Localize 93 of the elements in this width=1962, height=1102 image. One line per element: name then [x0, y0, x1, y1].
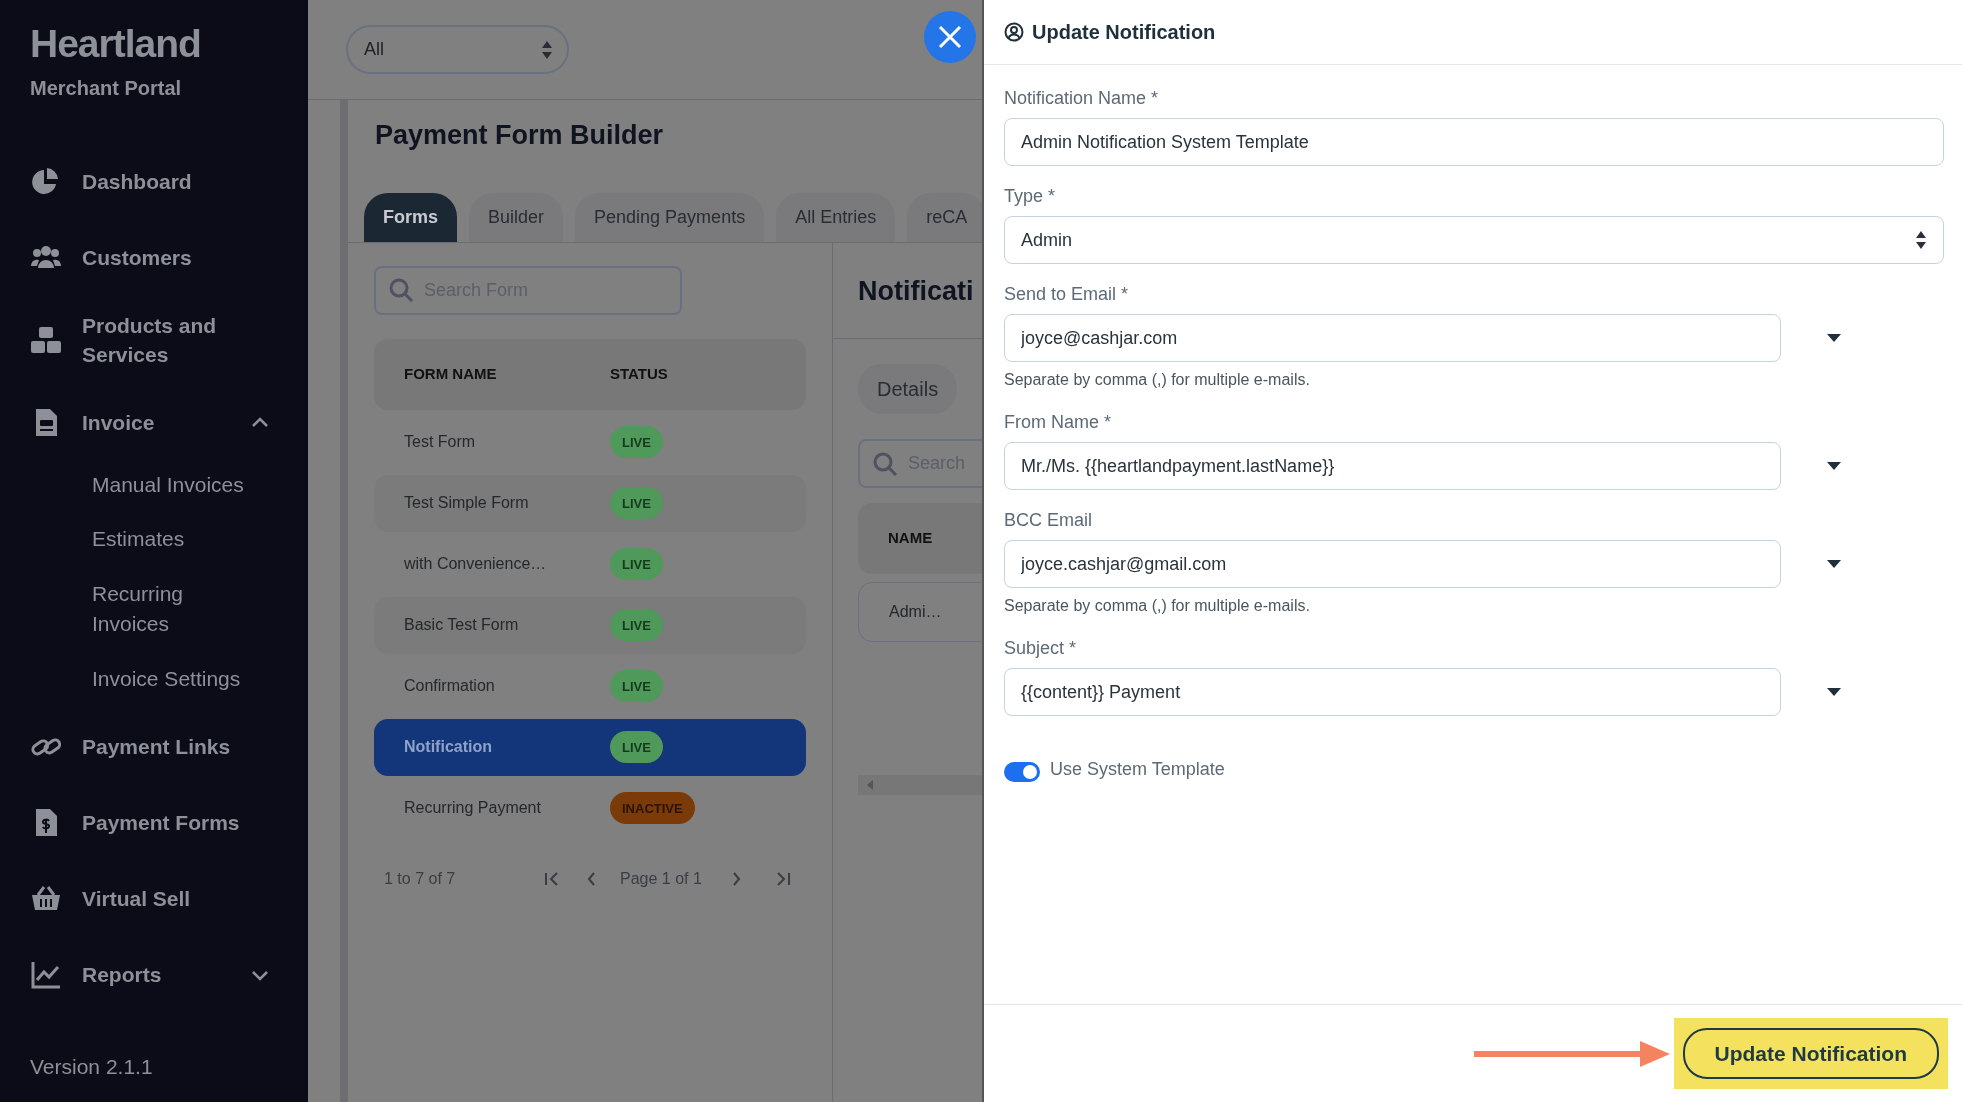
- search-icon: [388, 277, 414, 303]
- nav-subitem[interactable]: Manual Invoices: [92, 469, 252, 501]
- table-row[interactable]: Basic Test Form LIVE: [374, 596, 806, 654]
- field-label: Notification Name *: [1004, 87, 1160, 110]
- nav-subitem[interactable]: Recurring Invoices: [92, 578, 252, 640]
- drawer-title: Update Notification: [1032, 20, 1216, 45]
- table-row[interactable]: Test Simple Form LIVE: [374, 474, 806, 532]
- nav-item[interactable]: Reports: [30, 951, 270, 998]
- notification-name: Admi…: [889, 602, 942, 622]
- version-label: Version 2.1.1: [30, 1053, 154, 1080]
- nav-item[interactable]: Virtual Sell: [30, 875, 270, 922]
- input-field[interactable]: joyce.cashjar@gmail.com: [1004, 540, 1781, 588]
- status-badge: INACTIVE: [610, 792, 695, 824]
- page-indicator: Page 1 of 1: [620, 868, 702, 889]
- filter-select[interactable]: All: [346, 25, 569, 74]
- caret-down-icon[interactable]: [1827, 559, 1841, 569]
- sort-arrows-icon: [1915, 230, 1927, 250]
- nav-subitem[interactable]: Estimates: [92, 524, 252, 555]
- nav-label: Invoice: [82, 410, 155, 437]
- input-field[interactable]: Admin Notification System Template: [1004, 118, 1944, 166]
- pagination-range: 1 to 7 of 7: [384, 868, 457, 889]
- form-name: Notification: [404, 737, 493, 757]
- sort-arrows-icon: [541, 39, 553, 60]
- tab[interactable]: Pending Payments: [575, 192, 765, 242]
- form-name: with Convenience…: [404, 554, 548, 574]
- table-row[interactable]: with Convenience… LIVE: [374, 535, 806, 593]
- nav-label: Dashboard: [82, 169, 192, 196]
- form-name: Basic Test Form: [404, 615, 520, 635]
- table-row[interactable]: Notification LIVE: [374, 718, 806, 776]
- column-header: FORM NAME: [404, 363, 498, 384]
- tab[interactable]: Forms: [364, 192, 457, 242]
- close-icon: [938, 25, 962, 49]
- field-label: Send to Email *: [1004, 283, 1130, 306]
- column-header: STATUS: [610, 363, 668, 384]
- help-text: Separate by comma (,) for multiple e-mails.: [1004, 370, 1311, 390]
- nav-item[interactable]: Dashboard: [30, 159, 270, 205]
- form-name: Test Form: [404, 432, 477, 452]
- table-row[interactable]: Test Form LIVE: [374, 413, 806, 471]
- user-circle-icon: [1004, 22, 1024, 42]
- caret-down-icon[interactable]: [1827, 461, 1841, 471]
- field-label: From Name *: [1004, 411, 1112, 434]
- next-page-icon: [731, 870, 742, 887]
- tab[interactable]: reCA: [907, 192, 982, 242]
- table-row[interactable]: Confirmation LIVE: [374, 657, 806, 715]
- toggle-label: Use System Template: [1050, 758, 1225, 781]
- previous-page-icon: [586, 870, 596, 887]
- first-page-icon: [544, 870, 560, 887]
- nav-label: Payment Links: [82, 734, 231, 761]
- field-label: BCC Email: [1004, 509, 1093, 532]
- status-badge: LIVE: [610, 548, 663, 580]
- brand-subtitle: Merchant Portal: [30, 76, 183, 101]
- status-badge: LIVE: [610, 609, 663, 641]
- nav-subitem[interactable]: Invoice Settings: [92, 663, 252, 694]
- nav-label: Payment Forms: [82, 810, 240, 837]
- update-button[interactable]: Update Notification: [1682, 1027, 1939, 1080]
- form-name: Confirmation: [404, 676, 496, 696]
- status-badge: LIVE: [610, 731, 663, 763]
- nav-item[interactable]: Products and Services: [30, 311, 270, 370]
- toggle-switch[interactable]: [1004, 762, 1040, 782]
- last-page-icon: [774, 870, 791, 887]
- status-badge: LIVE: [610, 487, 663, 519]
- caret-down-icon[interactable]: [1827, 333, 1841, 343]
- table-row[interactable]: Recurring Payment INACTIVE: [374, 779, 806, 837]
- nav-label: Virtual Sell: [82, 886, 191, 913]
- page-title: Payment Form Builder: [375, 119, 665, 152]
- details-tab[interactable]: Details: [858, 364, 958, 414]
- input-field[interactable]: joyce@cashjar.com: [1004, 314, 1781, 362]
- nav-item[interactable]: Payment Links: [30, 723, 270, 770]
- brand-name: Heartland: [30, 24, 202, 63]
- status-badge: LIVE: [610, 670, 663, 702]
- form-name: Recurring Payment: [404, 798, 542, 818]
- close-button[interactable]: [924, 11, 976, 63]
- caret-down-icon[interactable]: [1827, 687, 1841, 697]
- section-title: Notificati: [858, 274, 975, 308]
- help-text: Separate by comma (,) for multiple e-mails.: [1004, 596, 1311, 616]
- nav-item[interactable]: Invoice: [30, 399, 270, 446]
- field-label: Type *: [1004, 185, 1057, 208]
- type-select[interactable]: Admin: [1004, 216, 1944, 264]
- column-header: NAME: [888, 528, 933, 549]
- tab[interactable]: Builder: [469, 192, 564, 242]
- input-field[interactable]: {{content}} Payment: [1004, 668, 1781, 716]
- field-label: Subject *: [1004, 637, 1078, 660]
- scroll-left-icon: [866, 780, 874, 790]
- nav-label: Reports: [82, 962, 162, 989]
- nav-item[interactable]: Payment Forms: [30, 799, 270, 846]
- search-icon: [872, 450, 898, 477]
- nav-label: Products and Services: [82, 313, 218, 369]
- status-badge: LIVE: [610, 426, 663, 458]
- form-name: Test Simple Form: [404, 493, 530, 513]
- input-field[interactable]: Mr./Ms. {{heartlandpayment.lastName}}: [1004, 442, 1781, 490]
- nav-label: Customers: [82, 245, 192, 272]
- nav-item[interactable]: Customers: [30, 235, 270, 281]
- tab[interactable]: All Entries: [776, 192, 896, 242]
